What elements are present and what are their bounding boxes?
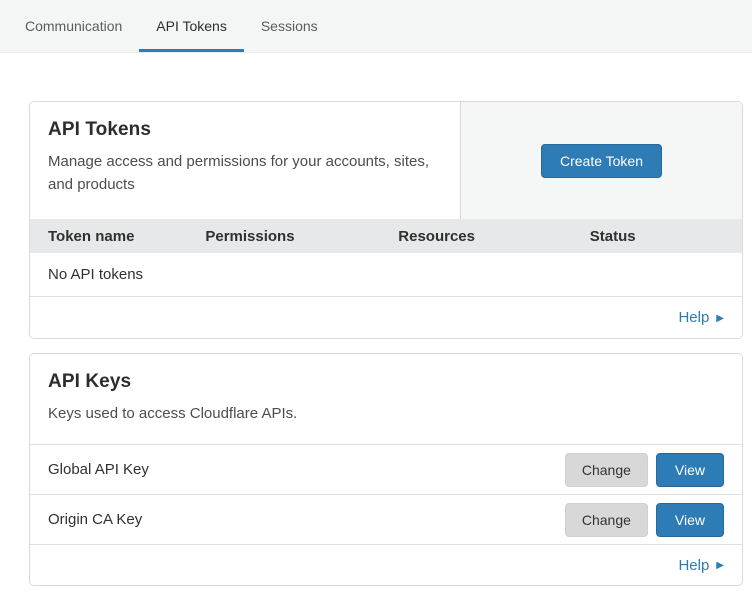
tab-bar: Communication API Tokens Sessions (0, 0, 752, 53)
tokens-help-label: Help (678, 309, 709, 326)
api-keys-card-header: API Keys Keys used to access Cloudflare … (30, 354, 742, 444)
global-api-key-actions: Change View (565, 453, 724, 487)
origin-ca-key-label: Origin CA Key (48, 511, 142, 528)
api-tokens-card-header: API Tokens Manage access and permissions… (30, 102, 742, 219)
api-tokens-title: API Tokens (48, 119, 442, 141)
origin-ca-key-view-button[interactable]: View (656, 503, 724, 537)
column-header-status: Status (572, 228, 742, 245)
tab-api-tokens[interactable]: API Tokens (139, 0, 244, 52)
tokens-empty-message: No API tokens (48, 266, 143, 283)
origin-ca-key-actions: Change View (565, 503, 724, 537)
tokens-help-link[interactable]: Help ▶ (678, 309, 724, 326)
api-tokens-header-text: API Tokens Manage access and permissions… (30, 102, 460, 219)
help-arrow-icon: ▶ (716, 313, 724, 324)
api-keys-card: API Keys Keys used to access Cloudflare … (29, 353, 743, 586)
origin-ca-key-row: Origin CA Key Change View (30, 494, 742, 544)
tokens-help-row: Help ▶ (30, 297, 742, 338)
help-arrow-icon: ▶ (716, 560, 724, 571)
tab-communication[interactable]: Communication (8, 0, 139, 52)
page-content: API Tokens Manage access and permissions… (0, 53, 752, 586)
keys-help-label: Help (678, 557, 709, 574)
global-api-key-label: Global API Key (48, 461, 149, 478)
global-api-key-change-button[interactable]: Change (565, 453, 648, 487)
create-token-button[interactable]: Create Token (541, 144, 662, 178)
api-keys-title: API Keys (48, 371, 724, 393)
origin-ca-key-change-button[interactable]: Change (565, 503, 648, 537)
global-api-key-row: Global API Key Change View (30, 444, 742, 494)
tab-sessions[interactable]: Sessions (244, 0, 335, 52)
api-tokens-card: API Tokens Manage access and permissions… (29, 101, 743, 339)
global-api-key-view-button[interactable]: View (656, 453, 724, 487)
tokens-table-header: Token name Permissions Resources Status (30, 219, 742, 253)
keys-help-row: Help ▶ (30, 544, 742, 585)
api-tokens-description: Manage access and permissions for your a… (48, 150, 442, 197)
api-tokens-header-action-panel: Create Token (460, 102, 742, 219)
column-header-permissions: Permissions (187, 228, 380, 245)
column-header-resources: Resources (380, 228, 572, 245)
column-header-token-name: Token name (30, 228, 187, 245)
api-keys-description: Keys used to access Cloudflare APIs. (48, 402, 724, 425)
tokens-empty-row: No API tokens (30, 253, 742, 297)
keys-help-link[interactable]: Help ▶ (678, 557, 724, 574)
